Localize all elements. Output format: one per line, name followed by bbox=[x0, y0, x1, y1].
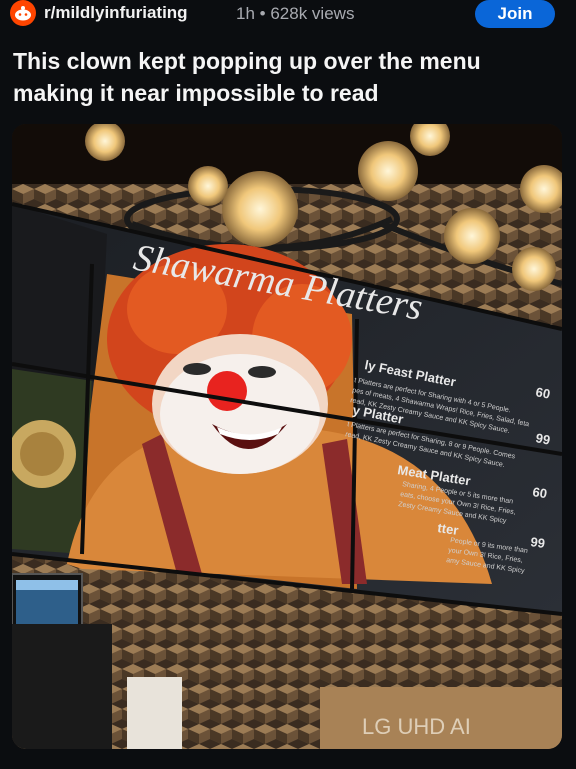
menu-clown-photo: Shawarma Platters ly Feast Platter 60 t … bbox=[12, 124, 562, 749]
post-age: 1h bbox=[236, 4, 255, 23]
post-title[interactable]: This clown kept popping up over the menu… bbox=[13, 45, 563, 109]
subreddit-avatar[interactable] bbox=[10, 0, 36, 26]
menu-item-1-price: 60 bbox=[534, 384, 551, 401]
subreddit-name[interactable]: r/mildlyinfuriating bbox=[44, 3, 188, 23]
menu-item-4-price: 99 bbox=[530, 534, 546, 551]
post-image[interactable]: Shawarma Platters ly Feast Platter 60 t … bbox=[12, 124, 562, 749]
post-meta: 1h • 628k views bbox=[236, 4, 354, 24]
menu-item-2-price: 99 bbox=[534, 430, 551, 447]
join-button[interactable]: Join bbox=[475, 0, 555, 28]
menu-item-4-name: tter bbox=[437, 520, 460, 538]
meta-separator: • bbox=[259, 4, 266, 23]
reddit-alien-icon bbox=[15, 6, 31, 21]
view-count: 628k views bbox=[270, 4, 355, 23]
bottom-bar bbox=[0, 750, 576, 769]
box-brand: LG UHD AI bbox=[362, 714, 471, 739]
post-header: r/mildlyinfuriating 1h • 628k views Join bbox=[0, 0, 576, 30]
menu-item-3-price: 60 bbox=[532, 484, 549, 501]
